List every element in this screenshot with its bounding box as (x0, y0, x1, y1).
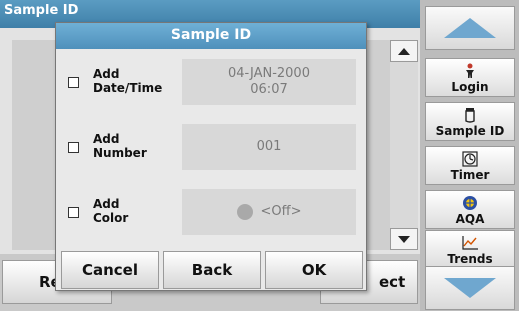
sidebar-item-aqa[interactable]: AQA (425, 190, 515, 229)
sidebar-item-label: Sample ID (435, 124, 505, 138)
back-button[interactable]: Back (163, 251, 261, 289)
sidebar-item-timer[interactable]: Timer (425, 146, 515, 185)
color-value: <Off> (182, 189, 356, 235)
dialog-title: Sample ID (56, 23, 366, 49)
add-number-row: Add Number 001 (56, 124, 366, 174)
timer-icon (462, 150, 478, 168)
add-color-label[interactable]: Add Color (93, 197, 128, 225)
arrow-down-icon (398, 235, 410, 243)
aqa-icon (462, 194, 478, 212)
ok-button[interactable]: OK (265, 251, 363, 289)
date-time-value: 04-JAN-2000 06:07 (182, 59, 356, 105)
sidebar-item-label: AQA (455, 212, 485, 226)
cancel-button[interactable]: Cancel (61, 251, 159, 289)
scroll-up-button[interactable] (390, 40, 418, 62)
add-date-time-checkbox[interactable] (68, 77, 79, 88)
number-value: 001 (182, 124, 356, 170)
sidebar: Login Sample ID Timer AQA Trends (420, 0, 519, 311)
sidebar-item-label: Login (451, 80, 489, 94)
sidebar-item-label: Trends (447, 252, 493, 266)
add-number-checkbox[interactable] (68, 142, 79, 153)
add-color-checkbox[interactable] (68, 207, 79, 218)
trends-icon (461, 234, 479, 252)
login-icon (463, 62, 477, 80)
add-date-time-label[interactable]: Add Date/Time (93, 67, 162, 95)
dialog-button-bar: Cancel Back OK (56, 247, 366, 290)
arrow-up-icon (398, 47, 410, 55)
sidebar-item-trends[interactable]: Trends (425, 230, 515, 269)
list-scrollbar[interactable] (390, 40, 418, 250)
sidebar-scroll-up-button[interactable] (425, 6, 515, 50)
sidebar-item-label: Timer (450, 168, 490, 182)
sidebar-item-login[interactable]: Login (425, 58, 515, 97)
arrow-up-icon (444, 18, 496, 38)
arrow-down-icon (444, 278, 496, 298)
scroll-down-button[interactable] (390, 228, 418, 250)
add-date-time-row: Add Date/Time 04-JAN-2000 06:07 (56, 59, 366, 109)
add-color-row: Add Color <Off> (56, 189, 366, 239)
sidebar-scroll-down-button[interactable] (425, 266, 515, 310)
sidebar-item-sample-id[interactable]: Sample ID (425, 102, 515, 141)
color-swatch-icon (236, 204, 253, 220)
sample-id-dialog: Sample ID Add Date/Time 04-JAN-2000 06:0… (55, 22, 367, 291)
add-number-label[interactable]: Add Number (93, 132, 147, 160)
sample-id-icon (464, 106, 476, 124)
